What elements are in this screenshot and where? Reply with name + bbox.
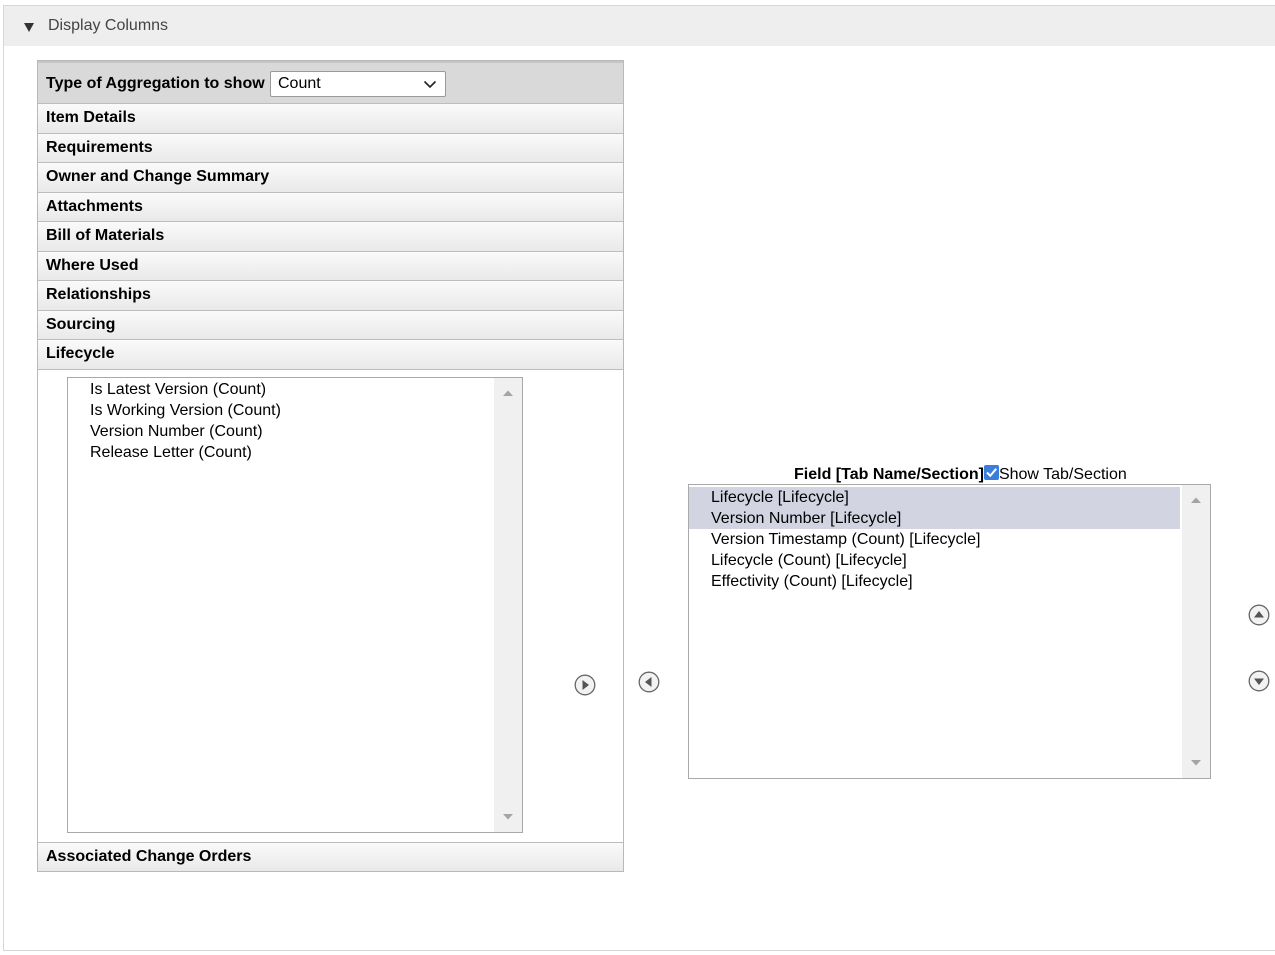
accordion-item-label: Relationships	[46, 286, 151, 303]
accordion-item-attachments[interactable]: Attachments	[38, 191, 623, 221]
show-tab-section-checkbox[interactable]	[983, 465, 999, 480]
aggregation-select[interactable]: Count	[270, 71, 446, 97]
triangle-down-icon[interactable]	[23, 21, 35, 33]
accordion-item-label: Bill of Materials	[46, 227, 165, 244]
accordion-item-requirements[interactable]: Requirements	[38, 132, 623, 162]
list-item[interactable]: Is Working Version (Count)	[68, 400, 281, 421]
accordion-item-label: Item Details	[46, 109, 136, 126]
list-item[interactable]: Version Timestamp (Count) [Lifecycle]	[689, 529, 980, 550]
show-tab-section-label: Show Tab/Section	[998, 466, 1127, 483]
scroll-down-icon[interactable]	[1190, 759, 1202, 767]
list-item[interactable]: Lifecycle (Count) [Lifecycle]	[689, 550, 907, 571]
accordion-item-lifecycle[interactable]: Lifecycle	[38, 339, 623, 369]
accordion-item-label: Attachments	[46, 197, 143, 215]
selected-fields-listbox[interactable]: Lifecycle [Lifecycle] Version Number [Li…	[688, 484, 1211, 779]
selected-fields-header-label: Field [Tab Name/Section]	[794, 466, 984, 483]
aggregation-label: Type of Aggregation to show	[46, 75, 265, 92]
arrow-down-circle-icon[interactable]	[1248, 670, 1270, 692]
list-item[interactable]: Lifecycle [Lifecycle]	[689, 487, 1180, 508]
arrow-up-circle-icon[interactable]	[1248, 604, 1270, 626]
accordion-item-item-details[interactable]: Item Details	[38, 103, 623, 133]
accordion-item-label: Lifecycle	[46, 345, 115, 362]
checkmark-icon	[986, 468, 997, 478]
list-item[interactable]: Release Letter (Count)	[68, 442, 252, 463]
lifecycle-panel: Is Latest Version (Count) Is Working Ver…	[38, 369, 623, 842]
accordion-item-bill-of-materials[interactable]: Bill of Materials	[38, 221, 623, 251]
scrollbar[interactable]	[1182, 485, 1210, 778]
aggregation-select-value: Count	[278, 75, 321, 92]
available-fields-listbox[interactable]: Is Latest Version (Count) Is Working Ver…	[67, 377, 523, 833]
list-item[interactable]: Version Number [Lifecycle]	[689, 508, 1180, 529]
scroll-down-icon[interactable]	[502, 813, 514, 821]
accordion-item-owner-change-summary[interactable]: Owner and Change Summary	[38, 162, 623, 192]
list-item[interactable]: Is Latest Version (Count)	[68, 379, 266, 400]
accordion-item-associated-change-orders[interactable]: Associated Change Orders	[38, 842, 623, 871]
arrow-right-circle-icon[interactable]	[574, 674, 596, 696]
accordion-item-label: Requirements	[46, 138, 153, 156]
accordion-item-relationships[interactable]: Relationships	[38, 280, 623, 310]
aggregation-row: Type of Aggregation to show Count	[38, 61, 623, 103]
scrollbar[interactable]	[494, 378, 522, 832]
accordion-item-sourcing[interactable]: Sourcing	[38, 309, 623, 339]
scroll-up-icon[interactable]	[1190, 496, 1202, 504]
accordion-item-label: Associated Change Orders	[46, 848, 252, 865]
chevron-down-icon	[423, 80, 437, 89]
accordion-item-label: Where Used	[46, 256, 139, 274]
arrow-left-circle-icon[interactable]	[638, 671, 660, 693]
section-title: Display Columns	[48, 17, 169, 34]
list-item[interactable]: Effectivity (Count) [Lifecycle]	[689, 571, 913, 592]
list-item[interactable]: Version Number (Count)	[68, 421, 263, 442]
section-header[interactable]: Display Columns	[4, 5, 1275, 46]
accordion-item-label: Owner and Change Summary	[46, 168, 270, 185]
field-category-accordion: Type of Aggregation to show Count Item D…	[37, 60, 624, 872]
accordion-item-where-used[interactable]: Where Used	[38, 250, 623, 280]
scroll-up-icon[interactable]	[502, 389, 514, 397]
selected-fields-header: Field [Tab Name/Section] Show Tab/Section	[794, 465, 1127, 484]
accordion-item-label: Sourcing	[46, 315, 116, 333]
